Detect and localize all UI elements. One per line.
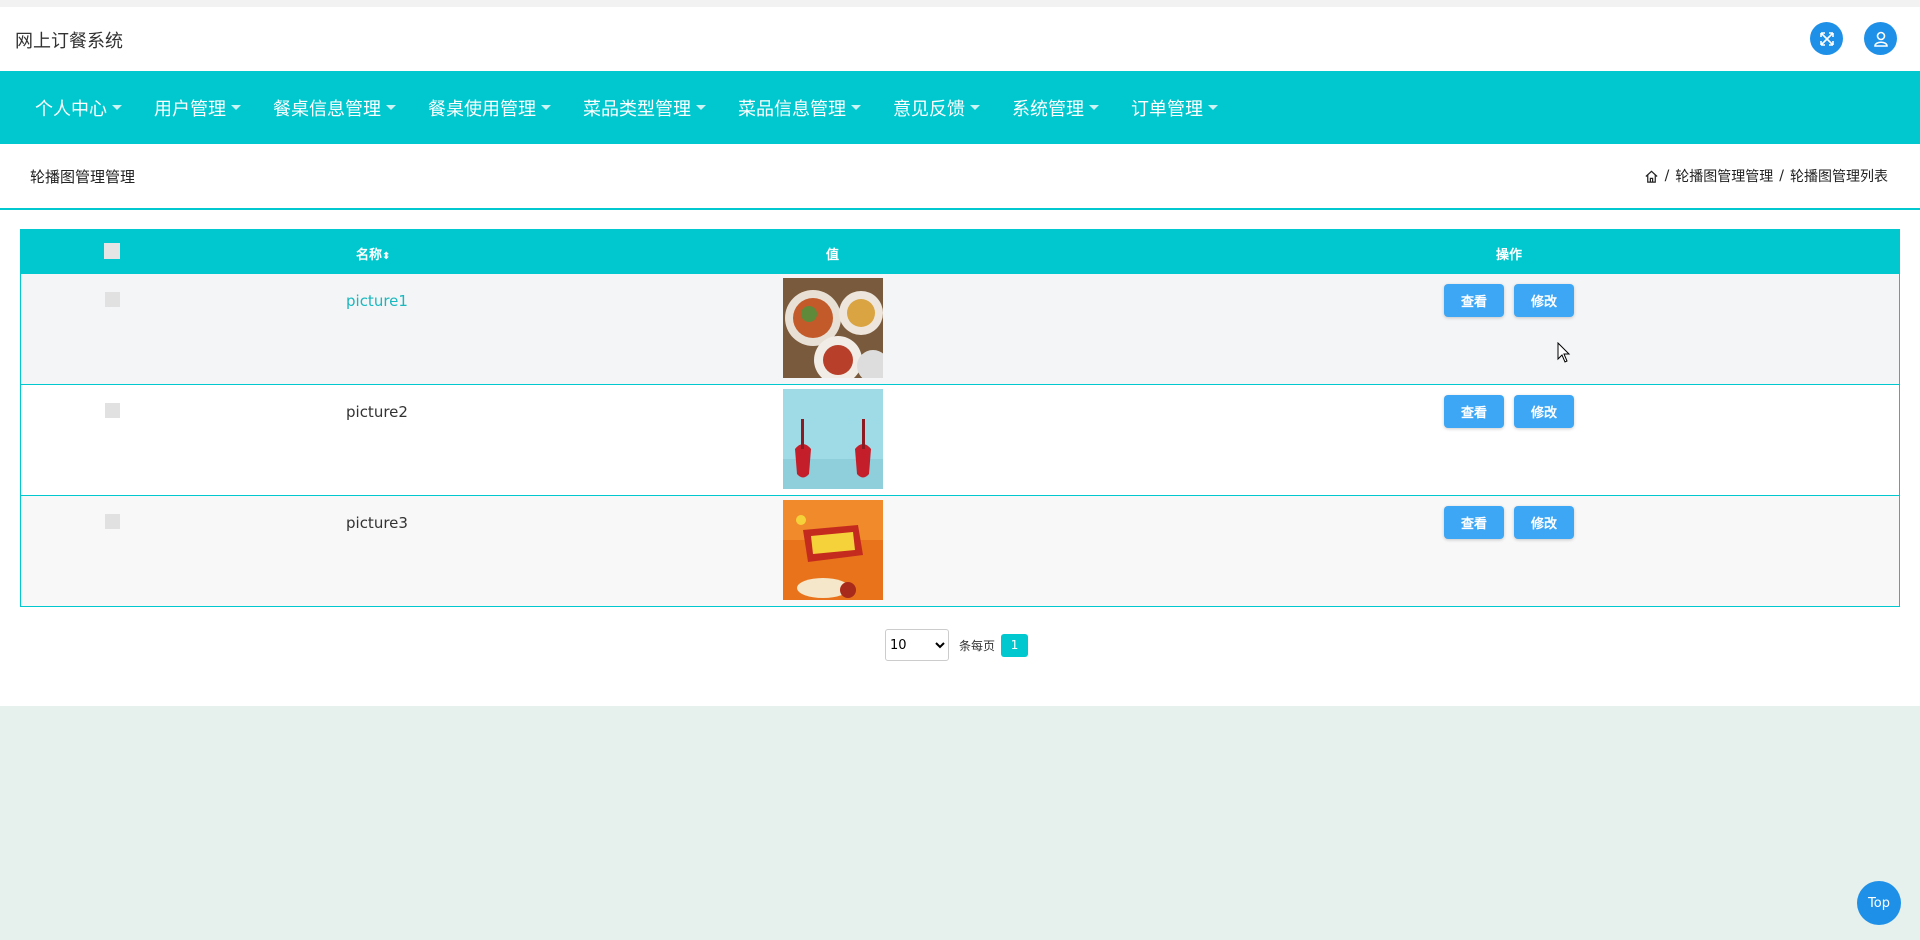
mouse-cursor-icon [1557, 342, 1571, 363]
sort-icon[interactable]: ⬍ [382, 251, 390, 262]
carousel-image [783, 500, 883, 600]
nav-label: 系统管理 [1012, 98, 1084, 120]
row-name: picture2 [346, 403, 408, 421]
caret-down-icon [541, 105, 551, 110]
column-header-value: 值 [826, 248, 840, 263]
nav-label: 个人中心 [35, 98, 107, 120]
nav-item-dish-info[interactable]: 菜品信息管理 [738, 95, 861, 121]
view-button[interactable]: 查看 [1444, 395, 1504, 428]
column-header-actions: 操作 [1496, 248, 1523, 263]
view-button[interactable]: 查看 [1444, 284, 1504, 317]
carousel-image [783, 389, 883, 489]
caret-down-icon [231, 105, 241, 110]
page-title: 轮播图管理管理 [30, 168, 136, 186]
top-bar: 网上订餐系统 [0, 0, 1920, 71]
table-row: picture3 查看 修改 [21, 495, 1899, 606]
breadcrumb: / 轮播图管理管理 / 轮播图管理列表 [1644, 166, 1888, 186]
fullscreen-icon [1819, 31, 1834, 46]
page-number-button[interactable]: 1 [1001, 633, 1029, 657]
caret-down-icon [386, 105, 396, 110]
user-button[interactable] [1864, 22, 1897, 55]
caret-down-icon [696, 105, 706, 110]
app-title: 网上订餐系统 [15, 31, 123, 52]
nav-label: 用户管理 [154, 98, 226, 120]
caret-down-icon [1208, 105, 1218, 110]
caret-down-icon [851, 105, 861, 110]
back-to-top-button[interactable]: Top [1857, 881, 1901, 925]
nav-item-user-management[interactable]: 用户管理 [154, 95, 241, 121]
home-icon[interactable] [1644, 169, 1659, 184]
row-checkbox[interactable] [105, 514, 120, 529]
breadcrumb-item: 轮播图管理列表 [1790, 169, 1888, 185]
nav-item-table-usage[interactable]: 餐桌使用管理 [428, 95, 551, 121]
row-name[interactable]: picture1 [346, 292, 408, 310]
edit-button[interactable]: 修改 [1514, 284, 1574, 317]
row-checkbox[interactable] [105, 292, 120, 307]
caret-down-icon [1089, 105, 1099, 110]
nav-label: 菜品类型管理 [583, 98, 691, 120]
breadcrumb-item[interactable]: 轮播图管理管理 [1675, 166, 1773, 186]
nav-item-feedback[interactable]: 意见反馈 [893, 95, 980, 121]
nav-item-orders[interactable]: 订单管理 [1131, 95, 1218, 121]
column-header-name[interactable]: 名称⬍ [356, 244, 390, 263]
breadcrumb-separator: / [1779, 168, 1784, 184]
table-header: 名称⬍ 值 操作 [21, 230, 1899, 274]
nav-item-table-info[interactable]: 餐桌信息管理 [273, 95, 396, 121]
caret-down-icon [112, 105, 122, 110]
main-nav: 个人中心 用户管理 餐桌信息管理 餐桌使用管理 菜品类型管理 菜品信息管理 意见… [0, 71, 1920, 144]
carousel-image [783, 278, 883, 378]
pagination: 10 条每页 1 [885, 629, 1029, 661]
table-row: picture1 查看 修改 [21, 274, 1899, 384]
column-header-label: 名称 [356, 248, 383, 263]
nav-item-dish-type[interactable]: 菜品类型管理 [583, 95, 706, 121]
nav-label: 订单管理 [1131, 98, 1203, 120]
content-panel: 名称⬍ 值 操作 picture1 查看 修改 picture2 查看 修改 p… [0, 210, 1920, 706]
page-size-select[interactable]: 10 [885, 629, 949, 661]
nav-item-personal-center[interactable]: 个人中心 [35, 95, 122, 121]
nav-label: 菜品信息管理 [738, 98, 846, 120]
nav-item-system[interactable]: 系统管理 [1012, 95, 1099, 121]
nav-label: 意见反馈 [893, 98, 965, 120]
row-name: picture3 [346, 514, 408, 532]
data-table: 名称⬍ 值 操作 picture1 查看 修改 picture2 查看 修改 p… [20, 229, 1900, 607]
table-row: picture2 查看 修改 [21, 384, 1899, 495]
user-icon [1873, 31, 1888, 47]
breadcrumb-separator: / [1664, 168, 1670, 184]
caret-down-icon [970, 105, 980, 110]
nav-label: 餐桌使用管理 [428, 98, 536, 120]
food-dishes-image [783, 278, 883, 378]
edit-button[interactable]: 修改 [1514, 395, 1574, 428]
drinks-on-blue-image [783, 389, 883, 489]
fullscreen-button[interactable] [1810, 22, 1843, 55]
breadcrumb-bar: 轮播图管理管理 / 轮播图管理管理 / 轮播图管理列表 [0, 144, 1920, 210]
orange-food-banner-image [783, 500, 883, 600]
edit-button[interactable]: 修改 [1514, 506, 1574, 539]
row-checkbox[interactable] [105, 403, 120, 418]
nav-label: 餐桌信息管理 [273, 98, 381, 120]
select-all-checkbox[interactable] [104, 243, 120, 259]
per-page-label: 条每页 [959, 638, 996, 653]
view-button[interactable]: 查看 [1444, 506, 1504, 539]
